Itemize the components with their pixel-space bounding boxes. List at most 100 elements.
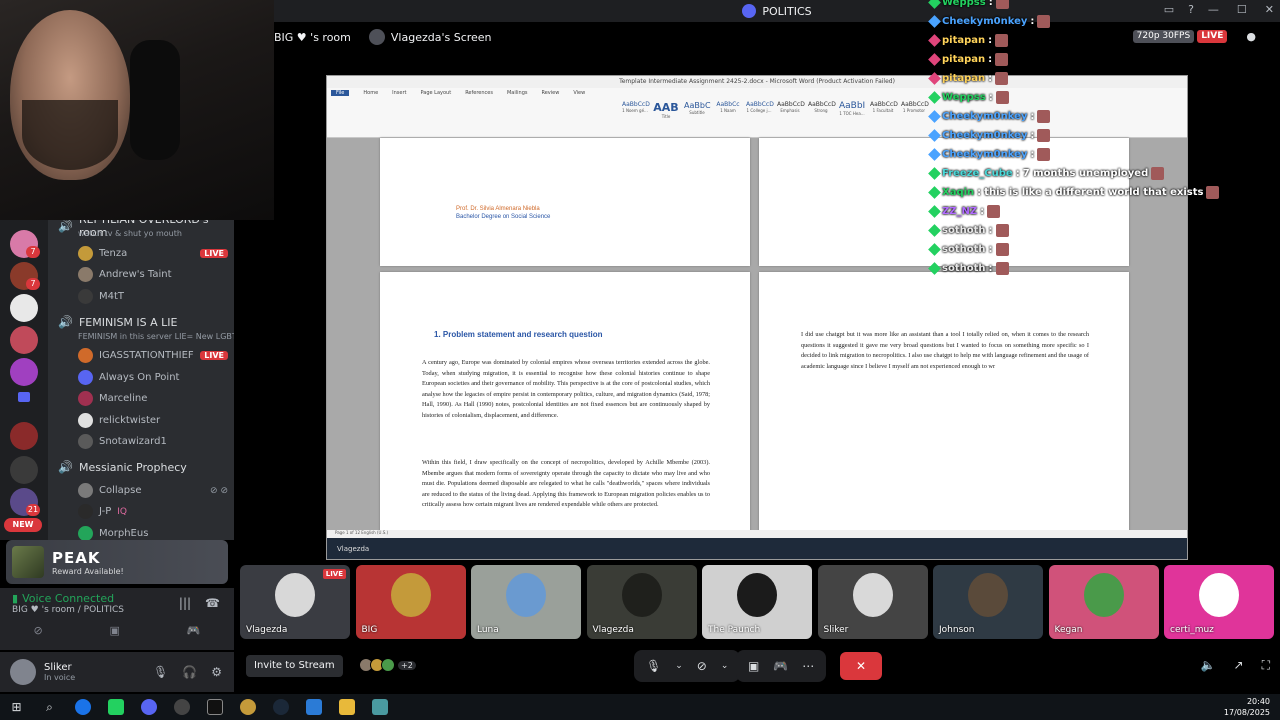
emote-icon [1206,186,1220,199]
emote-icon [995,262,1009,275]
headphones-icon[interactable]: 🎧 [182,665,197,679]
disconnect-icon[interactable]: ☎ [205,596,220,610]
window-title: POLITICS [742,4,812,18]
more-icon[interactable]: ⋯ [802,659,814,673]
activity-controls: ▣ 🎮 ⋯ [736,650,827,682]
server-icon-4[interactable] [10,326,38,354]
doc-heading: 1. Problem statement and research questi… [434,330,603,339]
fullscreen-icon[interactable]: ⛶ [1262,658,1270,673]
chat-username: Cheekym0nkey [942,130,1028,141]
voice-user[interactable]: Collapse ⊘ ⊘ [78,483,228,498]
voice-channel[interactable]: 🔊 Messianic Prophecy [58,460,187,474]
participant-tile[interactable]: certi_muz [1164,565,1274,639]
emote-icon [987,205,1001,218]
taskbar-app[interactable] [66,694,99,720]
taskbar-app[interactable] [99,694,132,720]
invite-to-stream-button[interactable]: Invite to Stream [246,655,343,677]
server-icon-5[interactable] [10,358,38,386]
avatar [78,504,93,519]
viewer-stack[interactable]: +2 [359,658,416,672]
server-icon-6[interactable] [10,422,38,450]
taskbar-app[interactable] [198,694,231,720]
screen-share-icon[interactable]: ▣ [110,624,120,637]
participant-tile[interactable]: Kegan [1048,565,1159,639]
taskbar-app[interactable] [132,694,165,720]
taskbar-app[interactable] [363,694,396,720]
participant-tile[interactable]: Vlagezda [586,565,697,639]
camera-off-icon[interactable]: ⊘ [33,624,42,637]
voice-user[interactable]: M4tT [78,289,228,304]
folder-icon[interactable] [18,392,30,402]
system-clock[interactable]: 20:40 17/08/2025 [1224,696,1270,718]
participant-name: Kegan [1054,625,1083,635]
participant-name: Vlagezda [246,625,288,635]
taskbar-app[interactable] [231,694,264,720]
voice-user[interactable]: Always On Point [78,370,228,385]
voice-user[interactable]: MorphEus [78,526,228,540]
participant-tile[interactable]: The Paunch [702,565,812,639]
style-item: AaBbCcD 1 Noem gé... [622,101,650,113]
badge-icon [928,148,941,161]
maximize-button[interactable]: ☐ [1237,3,1247,16]
emote-icon [995,0,1009,9]
camera-off-icon[interactable]: ⊘ [697,659,707,673]
minimize-button[interactable]: — [1208,3,1219,16]
streamer-beard [22,100,118,170]
help-icon[interactable]: ? [1188,3,1194,16]
taskbar-app[interactable] [330,694,363,720]
activities-icon[interactable]: 🎮 [773,659,788,673]
start-icon[interactable]: ⊞ [0,694,33,720]
badge-icon [928,243,941,256]
voice-user[interactable]: relicktwister [78,413,228,428]
voice-user[interactable]: Snotawizard1 [78,434,228,449]
chevron-down-icon[interactable]: ⌄ [721,661,729,671]
participant-tile[interactable]: BIG [355,565,466,639]
chat-toggle-icon[interactable]: ● [1246,30,1256,43]
user-avatar[interactable] [10,659,36,685]
activity-card[interactable]: PEAK Reward Available! [6,540,228,584]
mention-badge: 7 [26,278,40,290]
chat-username: Weppss [942,92,986,103]
style-item: AaBbI 1 TOC Hea... [839,101,866,116]
search-icon[interactable]: ⌕ [33,694,66,720]
server-icon-3[interactable] [10,294,38,322]
new-badge[interactable]: NEW [4,518,42,532]
activity-title: PEAK [52,548,101,567]
badge-icon [928,91,941,104]
chevron-down-icon[interactable]: ⌄ [675,661,683,671]
taskbar-app[interactable] [297,694,330,720]
clock-date: 17/08/2025 [1223,708,1270,717]
participant-name: Johnson [939,625,975,635]
mic-icon[interactable]: 🎙 [153,665,168,679]
noise-suppression-icon[interactable]: ||| [179,596,191,610]
taskbar-app[interactable] [264,694,297,720]
taskbar-app[interactable] [165,694,198,720]
activities-icon[interactable]: 🎮 [187,624,201,637]
chat-separator: : [988,54,993,65]
voice-location[interactable]: BIG ♥ 's room / POLITICS [12,605,124,615]
pop-out-icon[interactable]: ↗ [1234,658,1244,673]
voice-user[interactable]: Andrew's Taint [78,267,228,282]
volume-icon[interactable]: 🔈 [1201,658,1216,673]
voice-channel[interactable]: 🔊 FEMINISM IS A LIE [58,315,177,329]
voice-user[interactable]: J-P IQ [78,504,228,519]
settings-gear-icon[interactable]: ⚙ [211,665,222,679]
mic-icon[interactable]: 🎙 [646,659,661,673]
voice-user[interactable]: Marceline [78,391,228,406]
live-badge: LIVE [322,569,346,579]
voice-user[interactable]: Tenza LIVE [78,246,228,261]
chat-message: Cheekym0nkey: [928,110,1051,123]
participant-tile[interactable]: LIVE Vlagezda [240,565,350,639]
participant-tile[interactable]: Johnson [933,565,1043,639]
leave-call-button[interactable]: ✕ [840,652,882,680]
participant-tile[interactable]: Sliker [817,565,928,639]
chat-message: sothoth: [928,262,1009,275]
avatar [78,267,93,282]
server-icon-7[interactable] [10,456,38,484]
screen-share-icon[interactable]: ▣ [748,659,759,673]
chat-separator: : [1015,168,1020,179]
participant-tile[interactable]: Luna [471,565,581,639]
chat-message: Freeze_Cube:7 months unemployed [928,167,1165,180]
voice-user[interactable]: IGASSTATIONTHIEF LIVE [78,348,228,363]
close-button[interactable]: ✕ [1265,3,1274,16]
